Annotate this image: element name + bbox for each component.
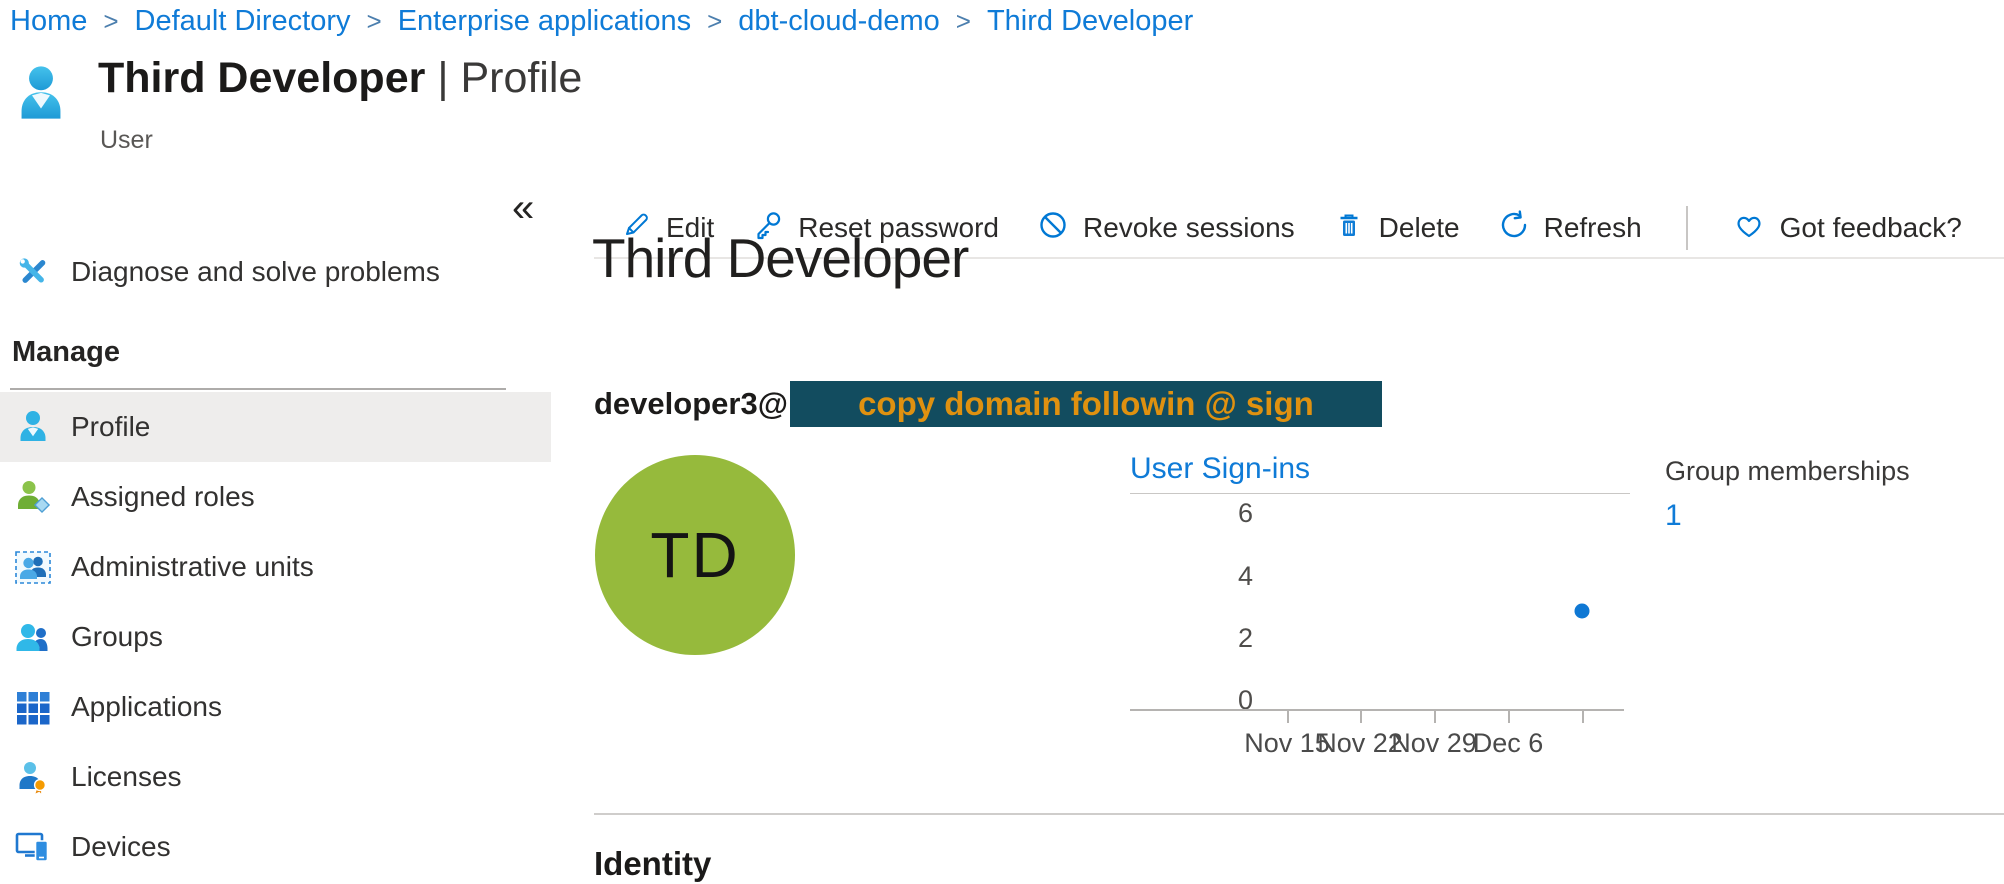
sidebar-item-assigned-roles[interactable]: Assigned roles (0, 462, 551, 532)
profile-name-heading: Third Developer (592, 226, 968, 290)
assigned-roles-icon (14, 478, 52, 516)
group-memberships-label: Group memberships (1665, 456, 1910, 487)
x-axis-tick (1287, 711, 1289, 723)
x-axis-tick (1582, 711, 1584, 723)
sidebar-item-groups[interactable]: Groups (0, 602, 551, 672)
breadcrumb-separator: > (103, 3, 118, 39)
x-axis-tick (1508, 711, 1510, 723)
refresh-label: Refresh (1544, 212, 1642, 244)
breadcrumb-separator: > (367, 3, 382, 39)
breadcrumb-third-developer[interactable]: Third Developer (987, 3, 1193, 39)
sidebar-item-devices[interactable]: Devices (0, 812, 551, 882)
group-memberships-count-link[interactable]: 1 (1665, 499, 1910, 533)
sidebar-item-label: Licenses (71, 761, 182, 793)
x-axis-line (1130, 709, 1624, 711)
page-title-section: Profile (460, 54, 582, 102)
refresh-button[interactable]: Refresh (1498, 209, 1642, 248)
sidebar-item-diagnose[interactable]: Diagnose and solve problems (0, 240, 551, 304)
sidebar-collapse-button[interactable]: « (512, 188, 534, 228)
chart-title-underline (1130, 493, 1630, 494)
upn-prefix: developer3@ (594, 386, 788, 422)
sidebar-item-administrative-units[interactable]: Administrative units (0, 532, 551, 602)
identity-section-heading: Identity (594, 845, 711, 883)
page-title-separator: | (437, 54, 448, 102)
applications-grid-icon (14, 688, 52, 726)
signin-data-point (1575, 604, 1590, 619)
admin-units-icon (14, 548, 52, 586)
refresh-icon (1498, 209, 1530, 248)
breadcrumb-default-directory[interactable]: Default Directory (135, 3, 351, 39)
y-axis-tick-label: 2 (1183, 622, 1253, 654)
sidebar-item-licenses[interactable]: Licenses (0, 742, 551, 812)
sidebar-section-manage: Manage (12, 336, 120, 369)
domain-redaction-annotation: copy domain followin @ sign (790, 381, 1382, 427)
y-axis-tick-label: 4 (1183, 560, 1253, 592)
y-axis-tick-label: 0 (1183, 684, 1253, 716)
x-axis-tick (1360, 711, 1362, 723)
section-divider (594, 813, 2004, 815)
toolbar-divider (1686, 206, 1688, 250)
devices-icon (14, 828, 52, 866)
sidebar-item-label: Groups (71, 621, 163, 653)
user-profile-icon (14, 408, 52, 446)
breadcrumb: Home > Default Directory > Enterprise ap… (10, 3, 1193, 39)
sidebar-item-label: Assigned roles (71, 481, 255, 513)
x-axis-tick (1434, 711, 1436, 723)
page-title-name: Third Developer (98, 54, 425, 102)
got-feedback-button[interactable]: Got feedback? (1732, 209, 1962, 248)
breadcrumb-separator: > (707, 3, 722, 39)
breadcrumb-separator: > (956, 3, 971, 39)
got-feedback-label: Got feedback? (1780, 212, 1962, 244)
groups-icon (14, 618, 52, 656)
licenses-icon (14, 758, 52, 796)
y-axis-tick-label: 6 (1183, 497, 1253, 529)
group-memberships: Group memberships 1 (1665, 456, 1910, 533)
sidebar-item-profile[interactable]: Profile (0, 392, 551, 462)
chart-title-link[interactable]: User Sign-ins (1130, 452, 1310, 486)
delete-button[interactable]: Delete (1333, 209, 1460, 248)
breadcrumb-dbt-cloud-demo[interactable]: dbt-cloud-demo (738, 3, 940, 39)
sidebar-item-applications[interactable]: Applications (0, 672, 551, 742)
sidebar-item-label: Applications (71, 691, 222, 723)
sidebar-nav: Profile Assigned roles (0, 392, 551, 882)
sidebar-item-label: Devices (71, 831, 171, 863)
heart-icon (1732, 209, 1766, 248)
azure-portal-user-profile-page: Home > Default Directory > Enterprise ap… (0, 0, 2004, 884)
tools-icon (14, 253, 52, 291)
user-sign-ins-chart: User Sign-ins 6 4 2 0 Nov 15 Nov 22 Nov … (1130, 452, 1630, 782)
user-principal-name: developer3@ copy domain followin @ sign (594, 381, 1382, 427)
breadcrumb-enterprise-applications[interactable]: Enterprise applications (398, 3, 691, 39)
page-title: Third Developer | Profile (98, 52, 582, 104)
delete-label: Delete (1379, 212, 1460, 244)
x-axis-tick-label: Dec 6 (1453, 728, 1563, 759)
revoke-sessions-button[interactable]: Revoke sessions (1037, 209, 1295, 248)
block-icon (1037, 209, 1069, 248)
sidebar-item-label: Profile (71, 411, 150, 443)
revoke-sessions-label: Revoke sessions (1083, 212, 1295, 244)
avatar: TD (595, 455, 795, 655)
breadcrumb-home[interactable]: Home (10, 3, 87, 39)
trash-icon (1333, 209, 1365, 248)
sidebar-item-label: Administrative units (71, 551, 314, 583)
sidebar-section-divider (10, 388, 506, 390)
sidebar-item-label: Diagnose and solve problems (71, 256, 440, 288)
page-subtitle: User (100, 126, 153, 155)
user-icon (16, 62, 66, 133)
